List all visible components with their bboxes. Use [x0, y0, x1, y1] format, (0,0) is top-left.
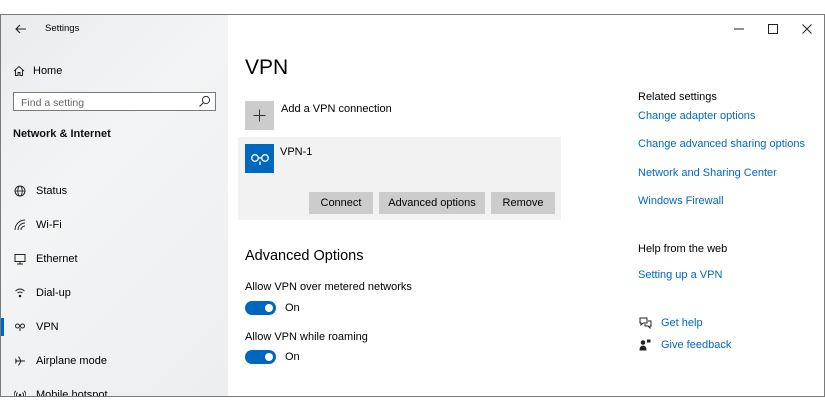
maximize-button[interactable]: [756, 15, 790, 43]
roaming-toggle[interactable]: [245, 350, 276, 364]
sidebar-item-wifi[interactable]: Wi-Fi: [1, 210, 228, 240]
get-help-label: Get help: [661, 317, 703, 329]
feedback-person-icon: [638, 338, 652, 352]
section-title: Network & Internet: [13, 128, 111, 140]
minimize-icon: [734, 28, 744, 30]
connect-button[interactable]: Connect: [309, 192, 373, 214]
sidebar-item-label: VPN: [36, 321, 59, 333]
title-bar: Settings: [1, 15, 228, 45]
sidebar-item-status[interactable]: Status: [1, 176, 228, 206]
roaming-state: On: [285, 351, 300, 363]
sidebar-item-vpn[interactable]: VPN: [1, 312, 228, 342]
nav-home-label: Home: [33, 65, 63, 77]
plus-tile: [245, 101, 274, 130]
back-arrow-icon: [15, 24, 26, 34]
sidebar-item-label: Mobile hotspot: [36, 389, 108, 397]
roaming-label: Allow VPN while roaming: [245, 331, 368, 343]
sidebar-item-airplane-mode[interactable]: Airplane mode: [1, 346, 228, 376]
close-button[interactable]: [790, 15, 824, 43]
advanced-options-heading: Advanced Options: [245, 248, 364, 264]
vpn-icon: [13, 320, 27, 334]
search-input[interactable]: [14, 94, 196, 112]
add-vpn-label: Add a VPN connection: [281, 103, 392, 115]
remove-button[interactable]: Remove: [491, 192, 555, 214]
active-indicator: [1, 318, 4, 336]
page-title: VPN: [245, 56, 289, 79]
main-content: VPN Add a VPN connection VPN-1 Connect A…: [228, 15, 824, 396]
window-controls: [722, 15, 824, 43]
nav-home[interactable]: Home: [13, 60, 62, 82]
related-settings-heading: Related settings: [638, 91, 717, 103]
give-feedback-label: Give feedback: [661, 339, 732, 351]
setting-up-vpn-link[interactable]: Setting up a VPN: [638, 269, 722, 281]
globe-icon: [13, 184, 27, 198]
dialup-icon: [13, 286, 27, 300]
back-button[interactable]: [11, 19, 31, 39]
plus-icon: [253, 109, 266, 122]
ethernet-icon: [13, 252, 27, 266]
toggle-knob: [265, 304, 273, 312]
sidebar-item-label: Wi-Fi: [36, 219, 62, 231]
hotspot-icon: [13, 388, 27, 396]
add-vpn-connection-button[interactable]: Add a VPN connection: [245, 101, 392, 130]
chat-help-icon: [638, 316, 652, 330]
sidebar-item-ethernet[interactable]: Ethernet: [1, 244, 228, 274]
wifi-icon: [13, 218, 27, 232]
airplane-icon: [13, 354, 27, 368]
toggle-knob: [265, 353, 273, 361]
get-help-link[interactable]: Get help: [638, 316, 703, 330]
sidebar-item-mobile-hotspot[interactable]: Mobile hotspot: [1, 380, 228, 397]
vpn-icon: [250, 153, 269, 165]
sidebar: Settings Home Network & Internet Status: [1, 15, 228, 396]
change-adapter-options-link[interactable]: Change adapter options: [638, 110, 755, 122]
minimize-button[interactable]: [722, 15, 756, 43]
metered-networks-label: Allow VPN over metered networks: [245, 281, 412, 293]
sidebar-item-label: Ethernet: [36, 253, 78, 265]
home-icon: [13, 65, 25, 76]
app-title: Settings: [45, 23, 80, 34]
settings-window: Settings Home Network & Internet Status: [0, 14, 825, 397]
metered-networks-state: On: [285, 302, 300, 314]
sidebar-item-dialup[interactable]: Dial-up: [1, 278, 228, 308]
metered-networks-toggle[interactable]: [245, 301, 276, 315]
close-icon: [802, 24, 812, 34]
network-sharing-center-link[interactable]: Network and Sharing Center: [638, 167, 777, 179]
windows-firewall-link[interactable]: Windows Firewall: [638, 195, 724, 207]
sidebar-item-label: Airplane mode: [36, 355, 107, 367]
search-box[interactable]: [13, 92, 216, 112]
sidebar-item-label: Dial-up: [36, 287, 71, 299]
give-feedback-link[interactable]: Give feedback: [638, 338, 731, 352]
vpn-connection-tile: [245, 144, 274, 173]
search-icon[interactable]: [198, 95, 211, 108]
advanced-options-button[interactable]: Advanced options: [379, 192, 485, 214]
vpn-connection-name: VPN-1: [280, 146, 313, 158]
maximize-icon: [768, 24, 778, 34]
help-from-web-heading: Help from the web: [638, 243, 728, 255]
vpn-connection-card[interactable]: VPN-1 Connect Advanced options Remove: [238, 137, 561, 220]
change-advanced-sharing-link[interactable]: Change advanced sharing options: [638, 138, 805, 150]
sidebar-item-label: Status: [36, 185, 68, 197]
